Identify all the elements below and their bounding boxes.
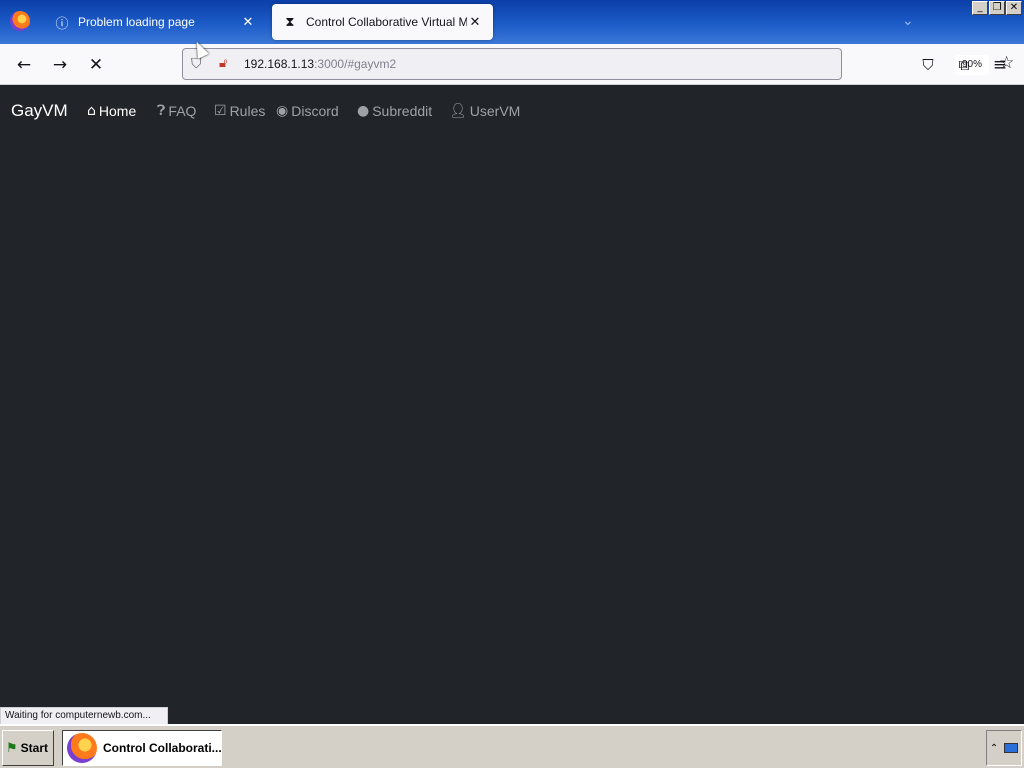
back-arrow-icon[interactable]: ← — [11, 52, 37, 78]
tab-strip: ⓘ Problem loading page ✕ ⧗ Control Colla… — [0, 0, 1024, 44]
list-all-tabs-icon[interactable]: ⌄ — [902, 12, 914, 29]
nav-uservm-label: UserVM — [469, 103, 521, 119]
navigation-toolbar: ← → ✕ ⛉ 🔓︎ 192.168.1.13:3000/#gayvm2 90%… — [0, 44, 1024, 85]
taskbar-firefox-item[interactable]: Control Collaborati... — [62, 730, 222, 766]
discord-icon: ◉ — [276, 103, 289, 119]
nav-discord-label: Discord — [291, 103, 339, 119]
restore-button[interactable]: ❐ — [989, 1, 1005, 15]
nav-home[interactable]: ⌂ Home — [87, 103, 136, 119]
shield-icon[interactable]: ⛉ — [191, 56, 202, 72]
nav-discord[interactable]: ◉ Discord — [276, 103, 339, 119]
hourglass-icon: ⧗ — [285, 14, 295, 29]
nav-faq-label: FAQ — [168, 103, 197, 119]
menu-icon[interactable]: ≡ — [987, 52, 1013, 78]
system-tray: ⌃ — [986, 730, 1022, 766]
clipboard-icon: ☑ — [214, 103, 227, 119]
nav-home-label: Home — [98, 103, 137, 119]
tab-label: Problem loading page — [78, 15, 195, 29]
nav-subreddit[interactable]: ● Subreddit — [357, 103, 432, 119]
question-icon: ❓︎ — [157, 103, 166, 119]
pocket-icon[interactable]: ⛉ — [915, 52, 941, 78]
extensions-icon[interactable]: ⧉ — [951, 52, 977, 78]
tab-problem-loading[interactable]: ⓘ Problem loading page ✕ — [44, 4, 266, 40]
windows-flag-icon: ⚑ — [6, 740, 18, 756]
nav-faq[interactable]: ❓︎ FAQ — [157, 103, 196, 119]
nav-rules-label: Rules — [229, 103, 266, 119]
url-path: :3000/#gayvm2 — [314, 57, 397, 71]
close-tab-icon[interactable]: ✕ — [467, 14, 483, 30]
taskbar-item-label: Control Collaborati... — [103, 741, 222, 755]
close-tab-icon[interactable]: ✕ — [240, 14, 256, 30]
close-window-button[interactable]: ✕ — [1006, 1, 1022, 15]
start-button[interactable]: ⚑ Start — [2, 730, 54, 766]
nav-uservm[interactable]: 👤︎ UserVM — [449, 103, 520, 119]
taskbar: ⚑ Start Control Collaborati... ⌃ — [0, 724, 1024, 768]
stop-icon[interactable]: ✕ — [83, 52, 109, 78]
nav-rules[interactable]: ☑ Rules — [214, 103, 265, 119]
site-navbar: GayVM ⌂ Home ❓︎ FAQ ☑ Rules ◉ Discord ● … — [0, 85, 1024, 137]
monitor-icon[interactable] — [1004, 743, 1019, 753]
minimize-button[interactable]: _ — [972, 1, 988, 15]
insecure-lock-icon[interactable]: 🔓︎ — [219, 56, 227, 71]
tab-control-collaborative[interactable]: ⧗ Control Collaborative Virtual Machine … — [272, 4, 493, 40]
tray-expand-icon[interactable]: ⌃ — [990, 743, 998, 754]
url-text[interactable]: 192.168.1.13:3000/#gayvm2 — [244, 57, 396, 71]
brand-logo[interactable]: GayVM — [11, 101, 68, 121]
nav-subreddit-label: Subreddit — [372, 103, 433, 119]
status-tooltip: Waiting for computernewb.com... — [0, 707, 168, 725]
user-icon: 👤︎ — [449, 103, 467, 119]
forward-arrow-icon[interactable]: → — [47, 52, 73, 78]
firefox-icon — [67, 733, 97, 763]
home-icon: ⌂ — [87, 103, 96, 119]
tab-label: Control Collaborative Virtual Machine — [306, 15, 467, 29]
start-label: Start — [20, 741, 48, 755]
info-icon: ⓘ — [55, 15, 69, 31]
url-host: 192.168.1.13 — [244, 57, 315, 71]
firefox-logo-icon[interactable] — [10, 11, 30, 31]
window-controls: _ ❐ ✕ — [972, 1, 1022, 15]
reddit-icon: ● — [357, 103, 370, 119]
url-bar[interactable]: ⛉ 🔓︎ 192.168.1.13:3000/#gayvm2 90% ☆ — [182, 48, 1014, 80]
